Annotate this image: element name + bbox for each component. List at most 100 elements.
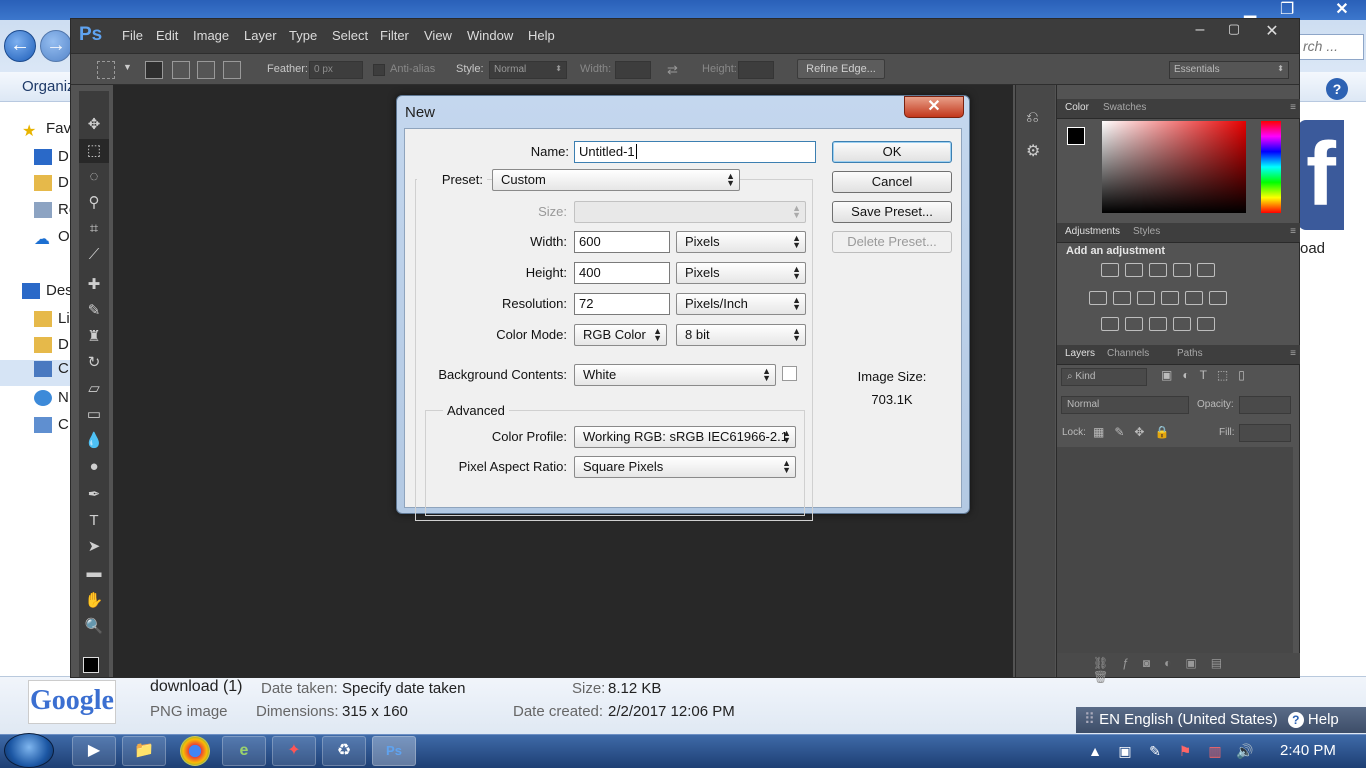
close-icon[interactable]: ✕ <box>1257 21 1287 41</box>
close-icon[interactable]: ✕ <box>1322 0 1362 20</box>
chevron-down-icon[interactable]: ▼ <box>123 62 132 72</box>
brightness-icon[interactable] <box>1101 263 1119 277</box>
menu-layer[interactable]: Layer <box>244 28 277 43</box>
language-bar[interactable]: ⠿ EN English (United States) ? Help <box>1076 707 1366 733</box>
menu-edit[interactable]: Edit <box>156 28 178 43</box>
organize-menu[interactable]: Organiz <box>22 78 75 95</box>
minimize-icon[interactable]: ▁ <box>1244 0 1256 20</box>
search-input[interactable]: rch ... <box>1298 34 1364 60</box>
delete-preset-button[interactable]: Delete Preset... <box>832 231 952 253</box>
tab-channels[interactable]: Channels <box>1107 348 1149 359</box>
sidebar-item-computer[interactable]: C <box>0 360 70 386</box>
sidebar-item-favorites[interactable]: ★ Fav <box>22 120 70 146</box>
date-taken-value[interactable]: Specify date taken <box>342 680 465 697</box>
new-selection-icon[interactable] <box>145 61 163 79</box>
color-profile-select[interactable]: Working RGB: sRGB IEC61966-2.1 ▲ ▼ <box>574 426 796 448</box>
tab-layers[interactable]: Layers <box>1065 348 1095 359</box>
feather-input[interactable]: 0 px <box>309 61 363 79</box>
menu-help[interactable]: Help <box>528 28 555 43</box>
panel-menu-icon[interactable]: ≡ <box>1290 226 1296 237</box>
preset-select[interactable]: Custom ▲ ▼ <box>492 169 740 191</box>
shape-tool-icon[interactable]: ▬ <box>79 561 109 585</box>
posterize-icon[interactable] <box>1125 317 1143 331</box>
foreground-color[interactable] <box>1067 127 1085 145</box>
cancel-button[interactable]: Cancel <box>832 171 952 193</box>
foreground-color-swatch[interactable] <box>83 657 99 673</box>
crop-tool-icon[interactable]: ⌗ <box>79 217 109 241</box>
language-help-button[interactable]: Help <box>1308 711 1339 728</box>
menu-window[interactable]: Window <box>467 28 513 43</box>
marquee-tool-icon[interactable]: ⬚ <box>79 139 109 163</box>
hue-slider[interactable] <box>1261 121 1281 213</box>
menu-select[interactable]: Select <box>332 28 368 43</box>
bit-depth-select[interactable]: 8 bit ▲ ▼ <box>676 324 806 346</box>
action-center-icon[interactable]: ⚑ <box>1176 742 1194 760</box>
menu-filter[interactable]: Filter <box>380 28 409 43</box>
width-input[interactable] <box>615 61 651 79</box>
channel-mixer-icon[interactable] <box>1185 291 1203 305</box>
menu-file[interactable]: File <box>122 28 143 43</box>
refine-edge-button[interactable]: Refine Edge... <box>797 59 885 79</box>
background-contents-select[interactable]: White ▲ ▼ <box>574 364 776 386</box>
lock-icons[interactable]: ▦✎✥🔒 <box>1093 425 1179 439</box>
properties-panel-icon[interactable]: ⚙ <box>1026 141 1040 161</box>
history-brush-icon[interactable]: ↻ <box>79 351 109 375</box>
photo-filter-icon[interactable] <box>1161 291 1179 305</box>
opacity-input[interactable] <box>1239 396 1291 414</box>
width-unit-select[interactable]: Pixels ▲ ▼ <box>676 231 806 253</box>
panel-menu-icon[interactable]: ≡ <box>1290 348 1296 359</box>
adobe-icon[interactable]: ✦ <box>272 736 316 766</box>
path-select-icon[interactable]: ➤ <box>79 535 109 559</box>
height-unit-select[interactable]: Pixels ▲ ▼ <box>676 262 806 284</box>
menu-type[interactable]: Type <box>289 28 317 43</box>
network-tray-icon[interactable]: ▣ <box>1116 742 1134 760</box>
eraser-icon[interactable]: ▱ <box>79 377 109 401</box>
gradient-map-icon[interactable] <box>1197 317 1215 331</box>
save-preset-button[interactable]: Save Preset... <box>832 201 952 223</box>
selective-color-icon[interactable] <box>1173 317 1191 331</box>
style-select[interactable]: Normal ⬍ <box>489 61 567 79</box>
subtract-selection-icon[interactable] <box>197 61 215 79</box>
color-lookup-icon[interactable] <box>1209 291 1227 305</box>
sidebar-item-desktop[interactable]: Des <box>22 282 70 308</box>
antialias-checkbox[interactable] <box>373 64 385 76</box>
tab-styles[interactable]: Styles <box>1133 226 1160 237</box>
ok-button[interactable]: OK <box>832 141 952 163</box>
swap-icon[interactable]: ⇄ <box>667 62 678 78</box>
invert-icon[interactable] <box>1101 317 1119 331</box>
advanced-label[interactable]: Advanced <box>443 403 509 418</box>
black-white-icon[interactable] <box>1137 291 1155 305</box>
blend-mode-select[interactable]: Normal <box>1061 396 1189 414</box>
recycle-bin-icon[interactable]: ♻ <box>322 736 366 766</box>
color-mode-select[interactable]: RGB Color ▲ ▼ <box>574 324 667 346</box>
tab-paths[interactable]: Paths <box>1177 348 1203 359</box>
curves-icon[interactable] <box>1149 263 1167 277</box>
type-tool-icon[interactable]: T <box>79 509 109 533</box>
height-input[interactable]: 400 <box>574 262 670 284</box>
marquee-tool-icon[interactable] <box>97 61 115 79</box>
menu-view[interactable]: View <box>424 28 452 43</box>
chrome-icon[interactable] <box>180 736 210 766</box>
history-panel-icon[interactable]: ⎌ <box>1026 109 1039 127</box>
pixel-aspect-select[interactable]: Square Pixels ▲ ▼ <box>574 456 796 478</box>
system-clock[interactable]: 2:40 PM <box>1280 742 1336 759</box>
eclipse-icon[interactable]: e <box>222 736 266 766</box>
clone-stamp-icon[interactable]: ♜ <box>79 325 109 349</box>
healing-brush-icon[interactable]: ✚ <box>79 273 109 297</box>
back-button[interactable]: ← <box>4 30 36 62</box>
width-input[interactable]: 600 <box>574 231 670 253</box>
hue-saturation-icon[interactable] <box>1089 291 1107 305</box>
fill-input[interactable] <box>1239 424 1291 442</box>
eyedropper-icon[interactable]: ⟋ <box>79 243 109 267</box>
photoshop-taskbar-icon[interactable]: Ps <box>372 736 416 766</box>
explorer-icon[interactable]: 📁 <box>122 736 166 766</box>
background-color-swatch[interactable] <box>782 366 797 381</box>
brush-tool-icon[interactable]: ✎ <box>79 299 109 323</box>
intersect-selection-icon[interactable] <box>223 61 241 79</box>
tab-adjustments[interactable]: Adjustments <box>1065 226 1120 237</box>
dodge-tool-icon[interactable]: ● <box>79 455 109 479</box>
resolution-unit-select[interactable]: Pixels/Inch ▲ ▼ <box>676 293 806 315</box>
zoom-tool-icon[interactable]: 🔍 <box>79 615 109 639</box>
menu-image[interactable]: Image <box>193 28 229 43</box>
quick-select-icon[interactable]: ⚲ <box>79 191 109 215</box>
